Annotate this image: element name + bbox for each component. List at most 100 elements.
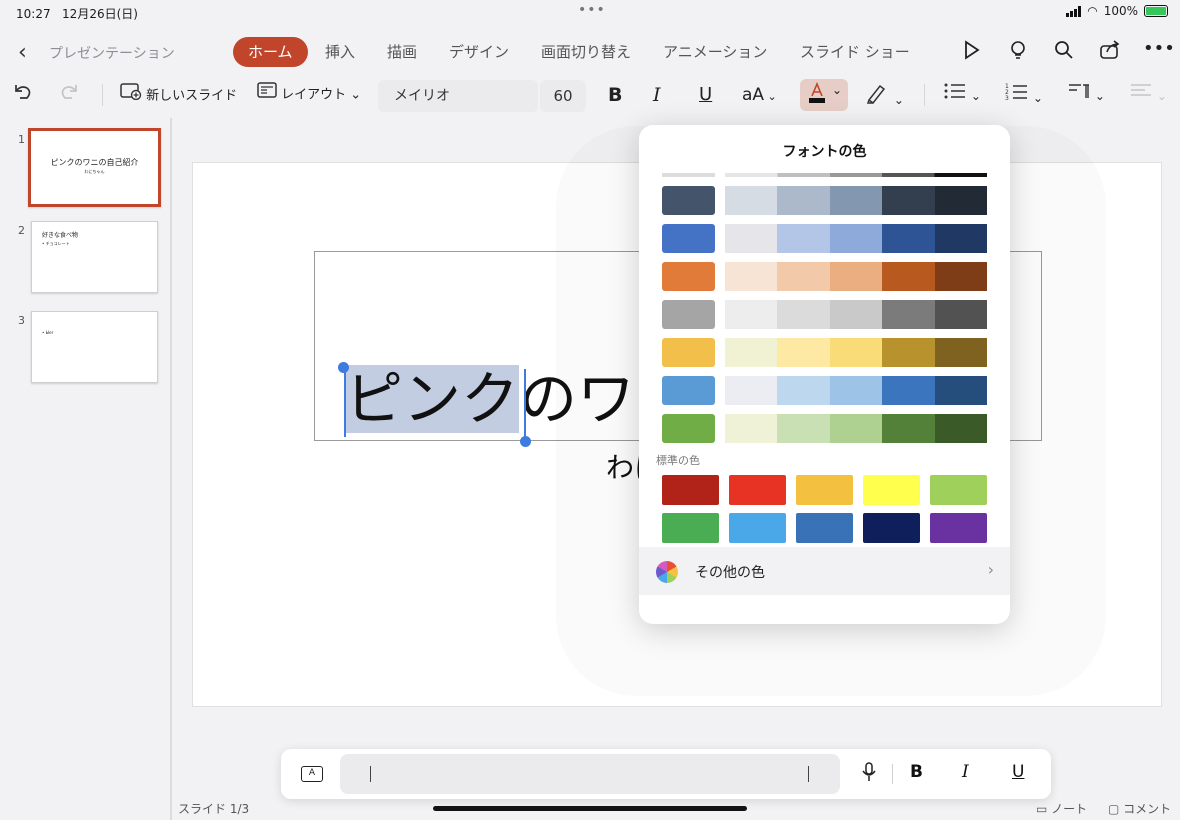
theme-shade-swatch[interactable] (777, 262, 830, 291)
standard-color-swatch[interactable] (662, 513, 719, 543)
bullet-list-icon[interactable]: ⌄ (943, 82, 981, 108)
theme-shade-swatch[interactable] (934, 186, 987, 215)
font-size-change-icon[interactable]: aA ⌄ (742, 82, 777, 108)
numbered-list-icon[interactable]: 123 ⌄ (1005, 82, 1043, 108)
home-indicator[interactable] (433, 806, 747, 811)
back-chevron-icon[interactable]: ‹ (18, 40, 27, 65)
tab-slideshow[interactable]: スライド ショー (785, 37, 925, 67)
theme-color-swatch[interactable] (662, 186, 715, 215)
tab-draw[interactable]: 描画 (372, 37, 432, 67)
theme-shade-swatch[interactable] (882, 300, 935, 329)
tab-insert[interactable]: 挿入 (310, 37, 370, 67)
theme-color-swatch[interactable] (662, 414, 715, 443)
tab-design[interactable]: デザイン (434, 37, 524, 67)
theme-shade-swatch[interactable] (882, 262, 935, 291)
theme-shade-swatch[interactable] (882, 224, 935, 253)
theme-shade-swatch[interactable] (934, 262, 987, 291)
theme-shade-swatch[interactable] (829, 224, 883, 253)
notes-button[interactable]: ▭ ノート (1036, 800, 1087, 817)
lightbulb-icon[interactable] (1005, 40, 1031, 64)
layout-button[interactable]: レイアウト ⌄ (257, 82, 361, 108)
align-icon[interactable]: ⌄ (1129, 82, 1167, 108)
undo-icon[interactable] (12, 82, 34, 108)
theme-shade-swatch[interactable] (777, 338, 830, 367)
font-color-button[interactable]: ⌄ (800, 79, 848, 111)
theme-shade-swatch[interactable] (725, 376, 778, 405)
theme-shade-swatch[interactable] (777, 414, 830, 443)
more-colors-button[interactable]: その他の色 › (639, 547, 1010, 595)
theme-shade-swatch[interactable] (725, 338, 778, 367)
theme-shade-swatch[interactable] (777, 224, 830, 253)
theme-shade-swatch[interactable] (777, 186, 830, 215)
tab-home[interactable]: ホーム (233, 37, 308, 67)
font-size-field[interactable]: 60 (540, 80, 586, 112)
theme-shade-swatch[interactable] (829, 300, 883, 329)
theme-color-swatch[interactable] (662, 338, 715, 367)
theme-color-swatch[interactable] (662, 262, 715, 291)
theme-shade-swatch[interactable] (725, 414, 778, 443)
search-icon[interactable] (1051, 40, 1077, 64)
redo-icon[interactable] (58, 82, 80, 108)
theme-shade-swatch[interactable] (934, 224, 987, 253)
underline-icon[interactable]: U (1012, 762, 1024, 782)
theme-shade-swatch[interactable] (934, 338, 987, 367)
theme-shade-swatch[interactable] (725, 300, 778, 329)
back-label[interactable]: プレゼンテーション (49, 43, 175, 63)
bold-icon[interactable]: B (910, 762, 923, 782)
share-icon[interactable] (1097, 40, 1123, 64)
theme-shade-swatch[interactable] (829, 338, 883, 367)
standard-color-swatch[interactable] (863, 475, 920, 505)
theme-shade-swatch[interactable] (882, 338, 935, 367)
theme-shade-swatch[interactable] (777, 300, 830, 329)
text-input-field[interactable] (340, 754, 840, 794)
selection-start-caret[interactable] (344, 369, 346, 437)
standard-color-swatch[interactable] (863, 513, 920, 543)
standard-color-swatch[interactable] (729, 513, 786, 543)
selection-start-handle[interactable] (338, 362, 349, 373)
italic-icon[interactable]: I (653, 82, 661, 108)
standard-color-swatch[interactable] (796, 475, 853, 505)
standard-color-swatch[interactable] (796, 513, 853, 543)
standard-color-swatch[interactable] (662, 475, 719, 505)
underline-icon[interactable]: U (699, 82, 712, 108)
comments-button[interactable]: ▢ コメント (1108, 800, 1171, 817)
theme-shade-swatch[interactable] (829, 186, 883, 215)
tab-transitions[interactable]: 画面切り替え (526, 37, 646, 67)
bold-icon[interactable]: B (608, 82, 622, 108)
microphone-icon[interactable] (861, 762, 877, 787)
keyboard-icon[interactable]: A (301, 766, 323, 782)
theme-color-swatch[interactable] (662, 224, 715, 253)
theme-shade-swatch[interactable] (882, 414, 935, 443)
selected-text[interactable]: ピンク (345, 365, 520, 433)
theme-shade-swatch[interactable] (829, 414, 883, 443)
theme-color-swatch[interactable] (662, 376, 715, 405)
paragraph-icon[interactable]: ⌄ (1067, 82, 1105, 108)
theme-shade-swatch[interactable] (725, 186, 778, 215)
standard-color-swatch[interactable] (930, 513, 987, 543)
slide-thumbnail-1[interactable]: ピンクのワニの自己紹介 わにちゃん (28, 128, 161, 207)
slide-thumbnail-3[interactable]: • Ыer (31, 311, 158, 383)
theme-shade-swatch[interactable] (725, 262, 778, 291)
theme-shade-swatch[interactable] (882, 376, 935, 405)
theme-shade-swatch[interactable] (934, 414, 987, 443)
theme-shade-swatch[interactable] (725, 224, 778, 253)
theme-shade-swatch[interactable] (934, 376, 987, 405)
standard-color-swatch[interactable] (729, 475, 786, 505)
new-slide-button[interactable]: 新しいスライド (120, 82, 237, 108)
selection-end-handle[interactable] (520, 436, 531, 447)
play-icon[interactable] (958, 40, 984, 64)
font-name-field[interactable]: メイリオ (378, 80, 538, 112)
multitasking-dots[interactable]: ••• (578, 2, 606, 18)
slide-thumbnail-2[interactable]: 好きな食べ物 • チョコレート (31, 221, 158, 293)
theme-shade-swatch[interactable] (829, 376, 883, 405)
standard-color-swatch[interactable] (930, 475, 987, 505)
highlight-pen-icon[interactable]: ⌄ (866, 82, 904, 108)
more-icon[interactable]: ••• (1143, 38, 1175, 62)
theme-shade-swatch[interactable] (777, 376, 830, 405)
tab-animations[interactable]: アニメーション (648, 37, 782, 67)
selection-end-caret[interactable] (524, 369, 526, 437)
theme-shade-swatch[interactable] (882, 186, 935, 215)
italic-icon[interactable]: I (962, 762, 969, 782)
theme-shade-swatch[interactable] (829, 262, 883, 291)
theme-color-swatch[interactable] (662, 300, 715, 329)
